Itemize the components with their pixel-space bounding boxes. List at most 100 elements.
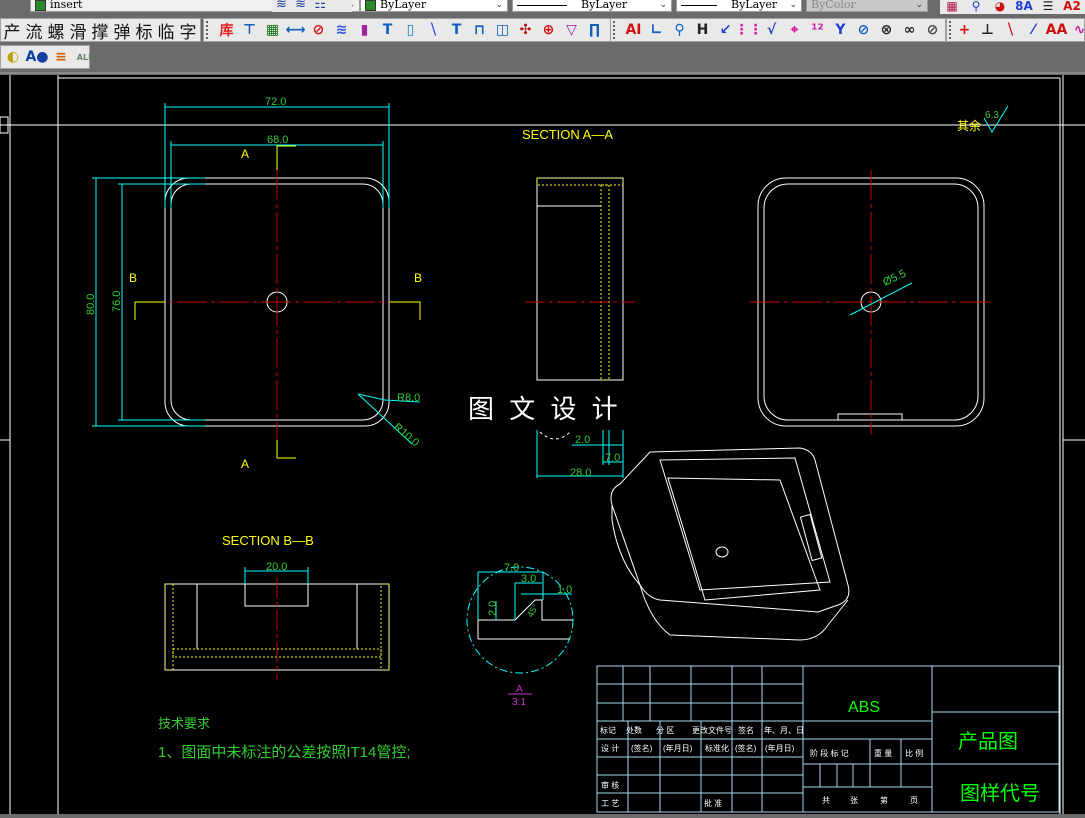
all-dim-button[interactable]: ALL [73, 46, 97, 68]
properties-icon: ◕ [994, 0, 1006, 13]
break-button[interactable]: ⊥ [976, 19, 999, 41]
tb-weight: 重 量 [874, 748, 892, 758]
color-dropdown[interactable]: ByLayer ⌄ [360, 0, 508, 12]
text-style-button[interactable]: A2 [1060, 0, 1084, 14]
menu-button-8[interactable]: 字 [177, 19, 199, 43]
spring-button[interactable]: ≋ [330, 19, 353, 41]
lineweight-value: ByLayer [731, 0, 778, 11]
zoom-button[interactable]: ⚲ [964, 0, 988, 14]
zoom-icon: ⚲ [971, 0, 981, 13]
layer-stack-button[interactable]: ≡ [49, 46, 73, 68]
numbering-button[interactable]: ⋮⋮ [734, 19, 763, 41]
datum-icon: ⌖ [790, 22, 799, 38]
spring-icon: ≋ [335, 22, 348, 38]
roughness-value: 6.3 [985, 110, 999, 121]
bearing-button[interactable]: ▦ [261, 19, 284, 41]
text-style-icon: A2 [1063, 0, 1081, 13]
plotstyle-dropdown[interactable]: ByColor ⌄ [806, 0, 928, 12]
dim-width-outer: 72.0 [265, 96, 286, 108]
menu-button-6[interactable]: 标 [133, 19, 155, 43]
text-align-button[interactable]: AA [1045, 19, 1068, 41]
screw-button[interactable]: ▮ [353, 19, 376, 41]
chain-icon: ✣ [519, 22, 532, 38]
center-mark-button[interactable]: ⊕ [537, 19, 560, 41]
toolbar-grip[interactable] [613, 21, 620, 39]
scale-button[interactable]: ⁄ [1022, 19, 1045, 41]
hatch-line-button[interactable]: ⧹ [999, 19, 1022, 41]
section-aa-view: SECTION A—A 2.0 7.0 28.0 [522, 127, 635, 479]
layer-state-icon: 8Â [1015, 0, 1033, 13]
layer-match-button[interactable]: ◐ [1, 46, 25, 68]
tolerance-icon: ↙ [719, 22, 732, 38]
weld-button[interactable]: Y [829, 19, 852, 41]
roughness-button[interactable]: √ [760, 19, 783, 41]
text-match-button[interactable]: A● [25, 46, 49, 68]
linetype-dropdown[interactable]: ByLayer ⌄ [512, 0, 672, 12]
hatch-button[interactable]: ⧹ [422, 19, 445, 41]
table-button[interactable]: ▦ [940, 0, 964, 14]
layer-state-button[interactable]: 8Â [1012, 0, 1036, 14]
dim-width-inner: 68.0 [267, 134, 288, 146]
chain-button[interactable]: ✣ [514, 19, 537, 41]
erase-icon: ⊘ [926, 22, 939, 38]
diameter-button[interactable]: ⊘ [852, 19, 875, 41]
datum-button[interactable]: ⌖ [783, 19, 806, 41]
leader-button[interactable]: ⚲ [668, 19, 691, 41]
menu-button-7[interactable]: 临 [155, 19, 177, 43]
drawing-name: 产品图 [958, 730, 1018, 753]
text-button[interactable]: AI [622, 19, 645, 41]
dimension-button[interactable]: H [691, 19, 714, 41]
tb-sheet-no: 第 [880, 795, 888, 805]
dim-detail-angle: 45° [525, 602, 541, 619]
menu-button-3[interactable]: 滑 [67, 19, 89, 43]
menu-button-0[interactable]: 产 [1, 19, 23, 43]
radius-button[interactable]: ⊗ [875, 19, 898, 41]
annotation-toolbar: AI ∟ ⚲ H ↙ ⋮⋮ √ ⌖ ¹² Y ⊘ ⊗ ∞ ⊘ [610, 18, 946, 42]
nut-button[interactable]: ⊓ [468, 19, 491, 41]
menu-button-1[interactable]: 流 [23, 19, 45, 43]
tb-standard: 标准化 [705, 743, 729, 753]
erase-button[interactable]: ⊘ [921, 19, 944, 41]
centerline-button[interactable]: + [953, 19, 976, 41]
numbering-icon: ⋮⋮ [734, 22, 763, 38]
sequence-button[interactable]: ¹² [806, 19, 829, 41]
drawing-canvas[interactable]: 72.0 68.0 80.0 76.0 R8.0 R10.0 A A B B S… [0, 75, 1085, 814]
layer-tools[interactable]: ≋ ≋ ☷ [272, 0, 352, 12]
drawing-frame [0, 75, 1085, 814]
roughness-prefix: 其余 [957, 118, 981, 133]
tb-design-date: (年月日) [663, 743, 693, 753]
diameter-icon: ⊘ [857, 22, 870, 38]
shaft-button[interactable]: ⟷ [284, 19, 307, 41]
lineweight-dropdown[interactable]: ByLayer ⌄ [676, 0, 802, 12]
library-button[interactable]: 库 [215, 19, 238, 41]
gear-button[interactable]: ⊘ [307, 19, 330, 41]
chevron-down-icon: ⌄ [659, 0, 667, 10]
dim-r-outer: R10.0 [391, 421, 421, 449]
tb-approve: 批 准 [704, 798, 722, 808]
menu-button-2[interactable]: 螺 [45, 19, 67, 43]
edit-button[interactable]: ∞ [898, 19, 921, 41]
section-label-b-right: B [414, 271, 422, 285]
properties-button[interactable]: ◕ [988, 0, 1012, 14]
countersink-button[interactable]: ▽ [560, 19, 583, 41]
dim-slot: 20.0 [266, 561, 287, 573]
scale-icon: ⁄ [1032, 22, 1035, 38]
coordinate-button[interactable]: ∟ [645, 19, 668, 41]
dim-aa-2: 2.0 [575, 434, 590, 446]
annotation-buttons: AI ∟ ⚲ H ↙ ⋮⋮ √ ⌖ ¹² Y ⊘ ⊗ ∞ ⊘ [622, 19, 944, 41]
bracket-button[interactable]: ∏ [583, 19, 606, 41]
list-button[interactable]: ☰ [1036, 0, 1060, 14]
curve-button[interactable]: ∿ [1068, 19, 1085, 41]
menu-button-5[interactable]: 弹 [111, 19, 133, 43]
bolt-button[interactable]: T [445, 19, 468, 41]
t-slot-button[interactable]: T [376, 19, 399, 41]
toolbar-grip[interactable] [949, 21, 951, 39]
menu-button-4[interactable]: 撑 [89, 19, 111, 43]
pin-button[interactable]: ▯ [399, 19, 422, 41]
gear-icon: ⊘ [312, 22, 325, 38]
coupling-button[interactable]: ◫ [491, 19, 514, 41]
dim-hole: Ø5.5 [881, 268, 908, 289]
toolbar-grip[interactable] [206, 21, 213, 39]
hole-button[interactable]: ⊤ [238, 19, 261, 41]
dim-height-inner: 76.0 [111, 291, 123, 312]
